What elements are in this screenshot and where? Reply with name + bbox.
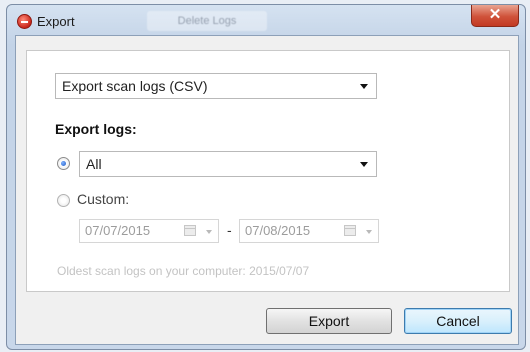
export-button[interactable]: Export xyxy=(266,308,392,334)
custom-label: Custom: xyxy=(77,191,130,207)
from-date-value: 07/07/2015 xyxy=(85,223,151,238)
window-title: Export xyxy=(37,14,75,29)
export-format-value: Export scan logs (CSV) xyxy=(62,78,208,94)
options-panel: Export scan logs (CSV) Export logs: All … xyxy=(26,50,510,292)
dropdown-arrow-icon xyxy=(360,84,368,89)
background-tab-delete-logs: Delete Logs xyxy=(147,11,267,31)
from-date-picker[interactable]: 07/07/2015 xyxy=(79,219,219,243)
radio-custom[interactable] xyxy=(57,194,70,207)
dropdown-arrow-icon xyxy=(360,162,368,167)
close-icon: ✕ xyxy=(488,6,502,23)
all-range-value: All xyxy=(86,156,102,172)
to-date-picker[interactable]: 07/08/2015 xyxy=(239,219,379,243)
date-range-separator: - xyxy=(227,222,232,238)
radio-all[interactable] xyxy=(57,157,70,170)
oldest-logs-note: Oldest scan logs on your computer: 2015/… xyxy=(57,264,310,278)
export-format-select[interactable]: Export scan logs (CSV) xyxy=(55,73,377,99)
all-range-select[interactable]: All xyxy=(79,151,377,177)
app-icon xyxy=(17,14,32,29)
chevron-down-icon xyxy=(206,230,212,234)
dialog-client-area: Export scan logs (CSV) Export logs: All … xyxy=(15,35,519,345)
chevron-down-icon xyxy=(366,230,372,234)
calendar-icon xyxy=(184,225,196,236)
title-bar[interactable]: Export Delete Logs ✕ xyxy=(7,5,525,39)
close-button[interactable]: ✕ xyxy=(471,5,519,27)
export-dialog-window: Export Delete Logs ✕ Export scan logs (C… xyxy=(6,4,526,350)
calendar-icon xyxy=(344,225,356,236)
export-logs-heading: Export logs: xyxy=(55,121,137,137)
cancel-button[interactable]: Cancel xyxy=(404,308,512,334)
to-date-value: 07/08/2015 xyxy=(245,223,311,238)
